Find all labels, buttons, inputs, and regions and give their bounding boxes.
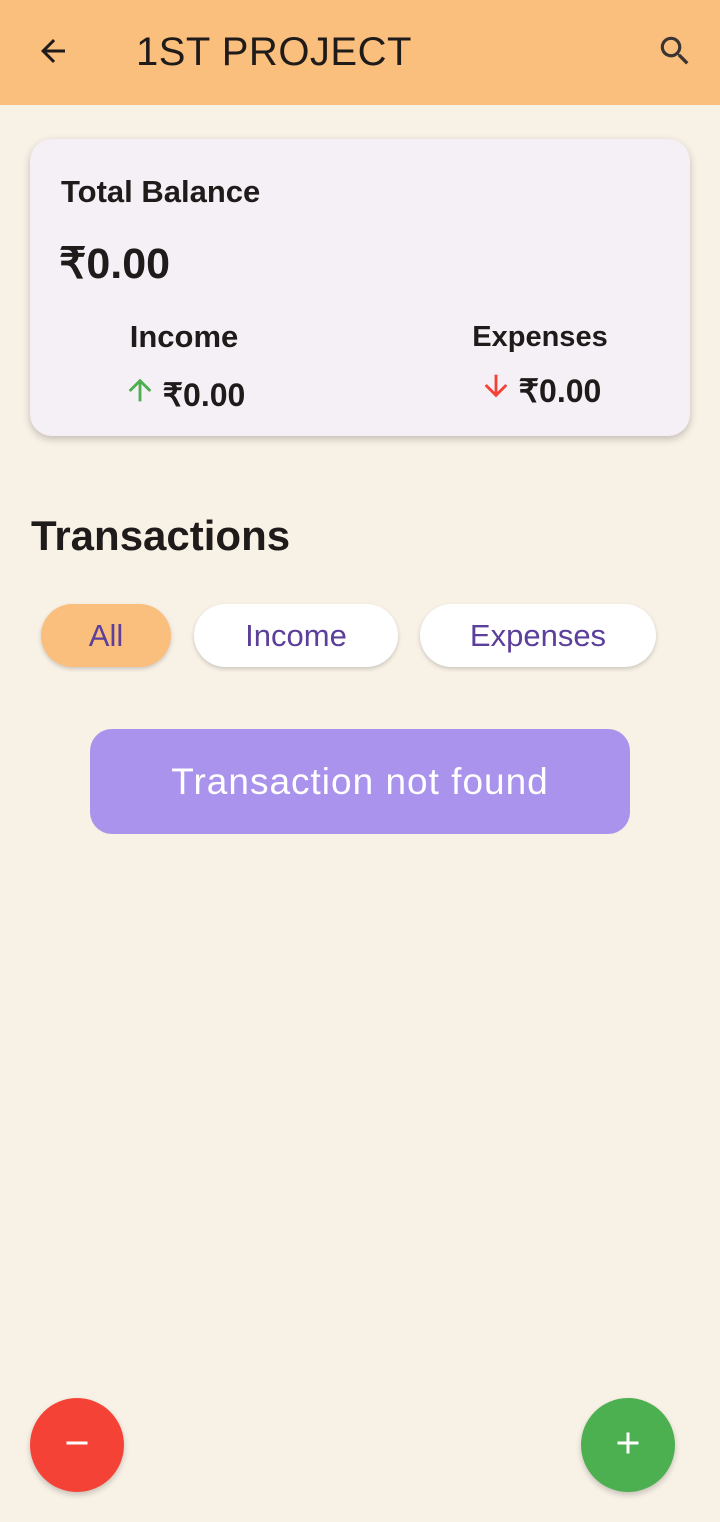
expenses-amount-row: ₹0.00 [450, 369, 630, 412]
empty-state-message: Transaction not found [90, 729, 630, 834]
filter-chip-all[interactable]: All [41, 604, 171, 667]
expenses-value: ₹0.00 [518, 372, 602, 409]
income-value: ₹0.00 [162, 376, 246, 413]
filter-chip-income[interactable]: Income [194, 604, 398, 667]
total-balance-label: Total Balance [61, 174, 261, 209]
arrow-down-icon [479, 369, 519, 412]
arrow-up-icon [123, 373, 163, 416]
expenses-summary: Expenses ₹0.00 [450, 317, 630, 412]
arrow-back-icon [35, 33, 71, 74]
search-icon [656, 32, 694, 75]
income-amount-row: ₹0.00 [102, 373, 266, 416]
income-summary: Income ₹0.00 [102, 317, 266, 416]
back-button[interactable] [26, 26, 80, 80]
income-label: Income [129, 319, 239, 354]
total-balance-value: ₹0.00 [59, 240, 171, 288]
app-bar: 1ST PROJECT [0, 0, 720, 105]
balance-card: Total Balance ₹0.00 Income ₹0.00 Expense… [30, 139, 690, 436]
filter-chip-expenses[interactable]: Expenses [420, 604, 656, 667]
expenses-label: Expenses [472, 321, 608, 353]
page-title: 1ST PROJECT [136, 30, 412, 74]
plus-icon [610, 1425, 646, 1466]
search-button[interactable] [648, 26, 702, 80]
transactions-heading: Transactions [31, 512, 291, 559]
add-income-button[interactable] [581, 1398, 675, 1492]
remove-expense-button[interactable] [30, 1398, 124, 1492]
minus-icon [59, 1425, 95, 1466]
